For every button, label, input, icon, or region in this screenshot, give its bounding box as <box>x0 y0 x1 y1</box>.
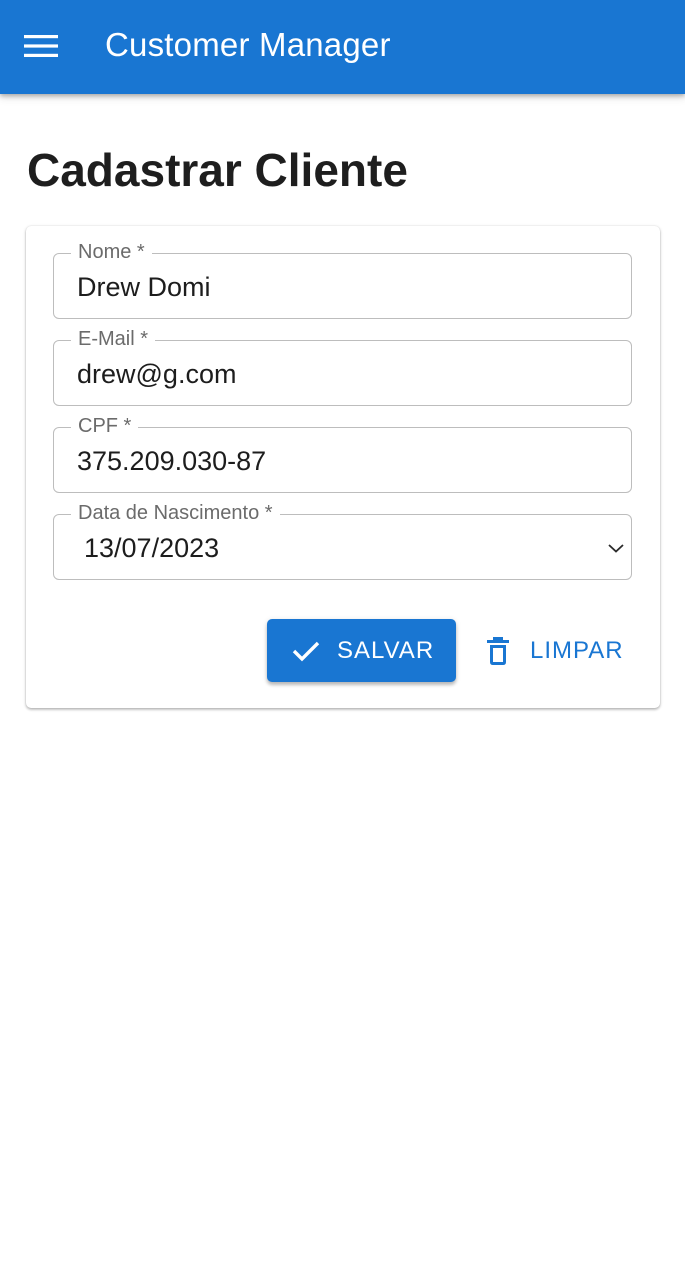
hamburger-menu-icon <box>24 35 58 57</box>
check-icon <box>292 641 320 662</box>
name-field[interactable]: Nome * Drew Domi <box>53 241 632 319</box>
clear-button-label: LIMPAR <box>530 637 624 664</box>
save-button[interactable]: SALVAR <box>267 619 456 682</box>
app-title: Customer Manager <box>105 26 391 63</box>
save-button-label: SALVAR <box>337 637 435 664</box>
trash-icon <box>487 637 509 665</box>
name-field-value[interactable]: Drew Domi <box>77 271 211 303</box>
cpf-field-label: CPF * <box>71 415 139 437</box>
chevron-down-icon[interactable] <box>605 539 627 557</box>
email-field[interactable]: E-Mail * drew@g.com <box>53 328 632 406</box>
menu-button[interactable] <box>10 17 72 75</box>
clear-button[interactable]: LIMPAR <box>476 619 636 682</box>
customer-form-card: Nome * Drew Domi E-Mail * drew@g.com CPF… <box>26 226 660 708</box>
email-field-label: E-Mail * <box>71 328 156 350</box>
name-field-label: Nome * <box>71 241 152 263</box>
birth-date-field[interactable]: Data de Nascimento * 13/07/2023 <box>53 502 632 580</box>
cpf-field[interactable]: CPF * 375.209.030-87 <box>53 415 632 493</box>
email-field-value[interactable]: drew@g.com <box>77 358 236 390</box>
cpf-field-value[interactable]: 375.209.030-87 <box>77 445 266 477</box>
app-bar: Customer Manager <box>0 0 685 94</box>
birth-date-field-value[interactable]: 13/07/2023 <box>84 532 219 564</box>
page-title: Cadastrar Cliente <box>27 144 408 196</box>
birth-date-field-label: Data de Nascimento * <box>71 502 280 524</box>
